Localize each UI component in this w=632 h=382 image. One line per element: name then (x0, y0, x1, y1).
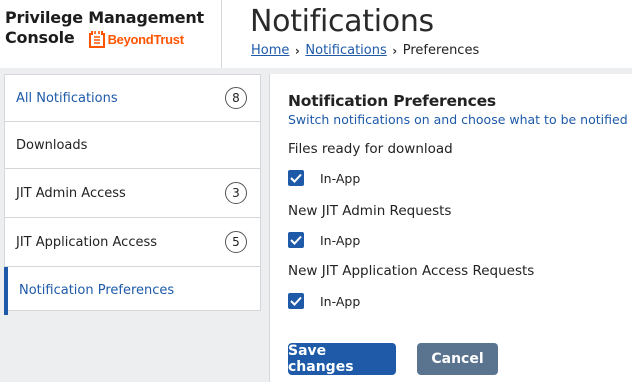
jit-admin-in-app-option[interactable]: In-App (288, 232, 360, 248)
sidebar-item-jit-admin-access[interactable]: JIT Admin Access 3 (5, 169, 260, 218)
sidebar-item-downloads[interactable]: Downloads (5, 122, 260, 169)
header-divider (221, 0, 222, 68)
chevron-right-icon: › (392, 43, 398, 58)
sidebar-item-label: JIT Admin Access (16, 185, 126, 201)
panel-title: Notification Preferences (288, 92, 496, 110)
files-ready-in-app-checkbox[interactable] (288, 170, 304, 186)
breadcrumb-notifications-link[interactable]: Notifications (305, 43, 386, 58)
sidebar-item-label: JIT Application Access (16, 234, 158, 250)
jit-admin-group-label: New JIT Admin Requests (288, 203, 452, 219)
breadcrumb: Home › Notifications › Preferences (251, 43, 479, 58)
preferences-panel: Notification Preferences Switch notifica… (269, 74, 632, 382)
checkbox-label: In-App (320, 232, 361, 248)
jit-application-in-app-checkbox[interactable] (288, 293, 304, 309)
count-badge: 8 (225, 87, 247, 109)
checkmark-icon (290, 235, 302, 245)
jit-admin-in-app-checkbox[interactable] (288, 232, 304, 248)
sidebar-item-label: All Notifications (16, 90, 118, 106)
beyondtrust-logo: BeyondTrust (88, 30, 184, 48)
files-ready-in-app-option[interactable]: In-App (288, 170, 360, 186)
jit-application-group-label: New JIT Application Access Requests (288, 263, 535, 279)
save-changes-button[interactable]: Save changes (288, 343, 396, 375)
beyondtrust-logo-text: BeyondTrust (107, 31, 184, 47)
brand: Privilege Management Console BeyondTrust (5, 8, 217, 48)
chevron-right-icon: › (294, 43, 300, 58)
sidebar-item-label: Downloads (16, 137, 88, 153)
breadcrumb-current: Preferences (402, 43, 480, 58)
cancel-button[interactable]: Cancel (417, 343, 498, 375)
breadcrumb-home-link[interactable]: Home (251, 43, 289, 58)
brand-name-line1: Privilege Management (5, 8, 205, 27)
sidebar-item-notification-preferences[interactable]: Notification Preferences (4, 267, 260, 315)
sidebar-item-label: Notification Preferences (19, 283, 175, 298)
page-title: Notifications (250, 4, 434, 39)
beyondtrust-logo-icon (88, 31, 105, 48)
files-ready-group-label: Files ready for download (288, 141, 453, 157)
count-badge: 5 (225, 231, 247, 253)
panel-subtitle: Switch notifications on and choose what … (288, 112, 632, 127)
brand-name-line2: Console (5, 28, 75, 47)
brand-line2: Console BeyondTrust (5, 28, 217, 48)
checkbox-label: In-App (320, 170, 361, 186)
sidebar-item-all-notifications[interactable]: All Notifications 8 (5, 75, 260, 122)
sidebar-item-jit-application-access[interactable]: JIT Application Access 5 (5, 218, 260, 267)
jit-application-in-app-option[interactable]: In-App (288, 293, 360, 309)
sidebar-nav: All Notifications 8 Downloads JIT Admin … (4, 74, 261, 315)
app-header: Privilege Management Console BeyondTrust… (0, 0, 632, 68)
count-badge: 3 (225, 182, 247, 204)
checkmark-icon (290, 173, 302, 183)
checkbox-label: In-App (320, 293, 361, 309)
checkmark-icon (290, 296, 302, 306)
